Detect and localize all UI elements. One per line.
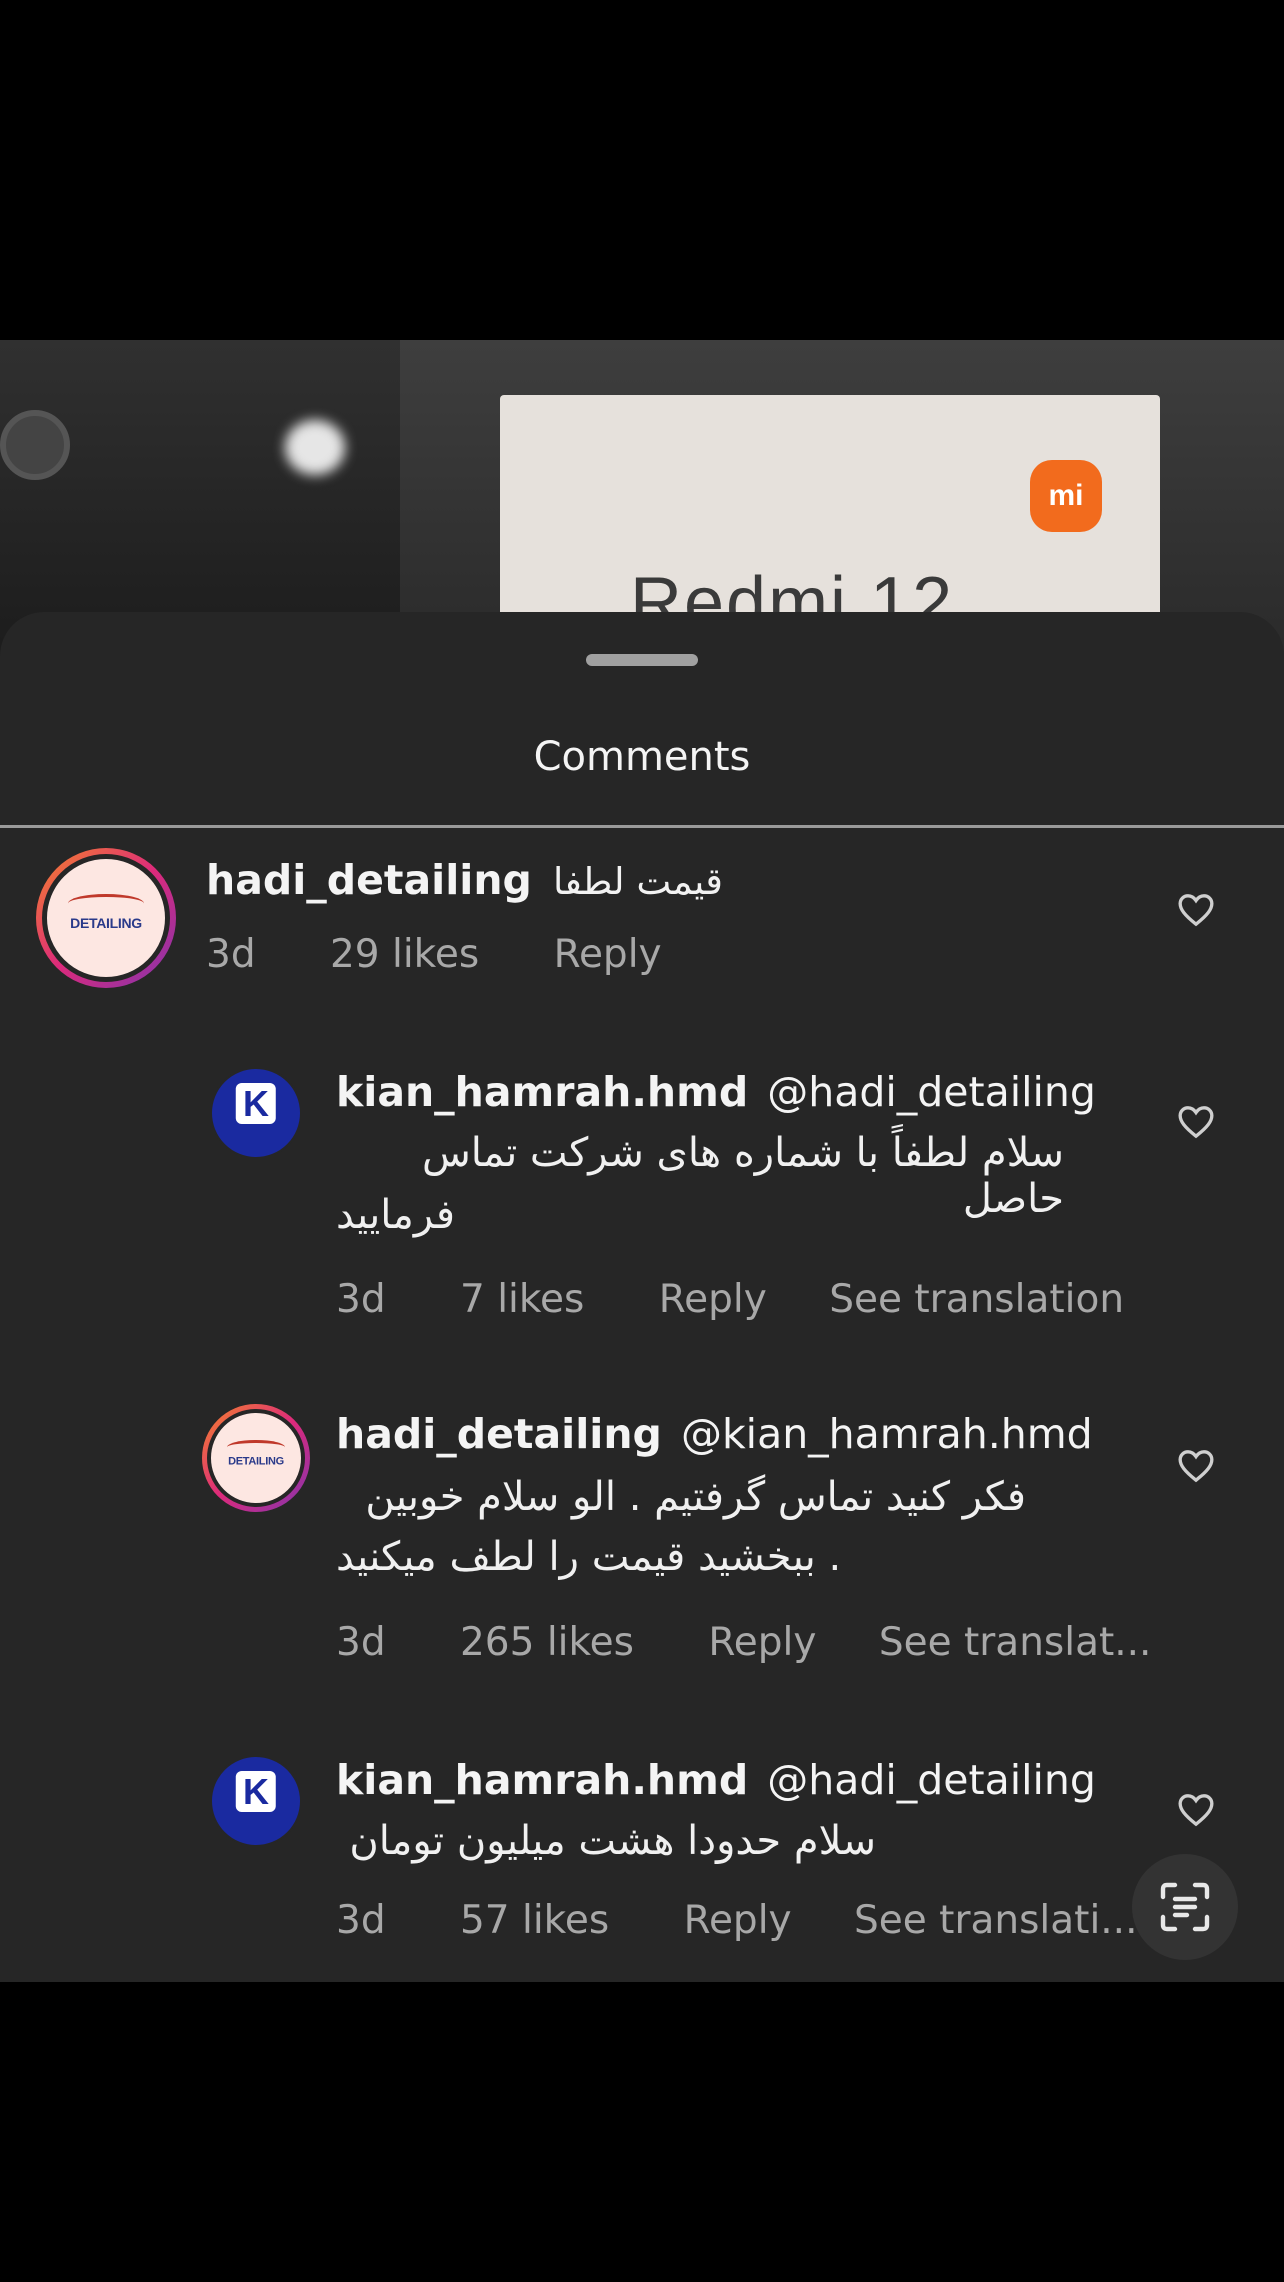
drag-handle[interactable] xyxy=(586,654,698,666)
avatar[interactable]: DETAILING xyxy=(202,1404,310,1512)
comment-text-line: . ببخشید قیمت را لطف میکنید xyxy=(336,1534,842,1580)
comment-text: قیمت لطفا xyxy=(552,860,723,903)
avatar-logo-text: K xyxy=(235,1083,277,1124)
avatar-logo-text: K xyxy=(235,1771,277,1812)
like-count[interactable]: 265 likes xyxy=(460,1620,634,1665)
comment-meta: 3d 29 likes Reply xyxy=(206,932,662,977)
comments-sheet: Comments DETAILING hadi_detailing قیمت ل… xyxy=(0,612,1284,1982)
car-logo-shape xyxy=(227,1440,285,1454)
comment-time: 3d xyxy=(206,932,256,977)
comment-meta: 3d 57 likes Reply See translati... xyxy=(336,1898,1137,1943)
comment-header: hadi_detailing قیمت لطفا xyxy=(206,856,723,904)
like-count[interactable]: 29 likes xyxy=(330,932,479,977)
heart-icon[interactable] xyxy=(1176,1790,1216,1830)
comment-time: 3d xyxy=(336,1277,386,1322)
comment-text-line: فرمایید xyxy=(336,1192,456,1238)
reply-button[interactable]: Reply xyxy=(659,1277,767,1322)
avatar-logo-text: DETAILING xyxy=(70,914,142,931)
avatar-logo-text: DETAILING xyxy=(228,1455,284,1468)
avatar[interactable]: DETAILING xyxy=(36,848,176,988)
comment-text-line: سلام حدودا هشت میلیون تومان xyxy=(349,1818,876,1864)
comment-meta: 3d 265 likes Reply See translat... xyxy=(336,1620,1151,1665)
reply-button[interactable]: Reply xyxy=(708,1620,816,1665)
reply-button[interactable]: Reply xyxy=(684,1898,792,1943)
heart-icon[interactable] xyxy=(1176,1102,1216,1142)
mention-link[interactable]: @hadi_detailing xyxy=(767,1756,1096,1804)
like-count[interactable]: 7 likes xyxy=(460,1277,584,1322)
like-count[interactable]: 57 likes xyxy=(460,1898,609,1943)
car-logo-shape xyxy=(68,894,144,913)
comment-header: kian_hamrah.hmd @hadi_detailing xyxy=(336,1068,1096,1116)
light-reflection xyxy=(285,420,345,475)
mention-link[interactable]: @hadi_detailing xyxy=(767,1068,1096,1116)
see-translation-link[interactable]: See translati... xyxy=(854,1898,1137,1943)
heart-icon[interactable] xyxy=(1176,890,1216,930)
comment-text-line: فکر کنید تماس گرفتیم . الو سلام خوبین xyxy=(365,1474,1026,1520)
username[interactable]: kian_hamrah.hmd xyxy=(336,1068,748,1116)
see-translation-link[interactable]: See translation xyxy=(829,1277,1124,1322)
username[interactable]: hadi_detailing xyxy=(206,856,532,904)
comment-header: hadi_detailing @kian_hamrah.hmd xyxy=(336,1410,1093,1458)
username[interactable]: hadi_detailing xyxy=(336,1410,662,1458)
xiaomi-logo: mi xyxy=(1030,460,1102,532)
camera-lens-shape xyxy=(0,410,70,480)
text-scan-icon xyxy=(1160,1882,1210,1932)
reply-button[interactable]: Reply xyxy=(554,932,662,977)
avatar[interactable]: K xyxy=(210,1755,302,1847)
username[interactable]: kian_hamrah.hmd xyxy=(336,1756,748,1804)
comment-meta: 3d 7 likes Reply See translation xyxy=(336,1277,1124,1322)
avatar[interactable]: K xyxy=(210,1067,302,1159)
mention-link[interactable]: @kian_hamrah.hmd xyxy=(681,1410,1093,1458)
header-divider xyxy=(0,825,1284,828)
text-scan-button[interactable] xyxy=(1132,1854,1238,1960)
comment-header: kian_hamrah.hmd @hadi_detailing xyxy=(336,1756,1096,1804)
sheet-title: Comments xyxy=(533,734,751,780)
heart-icon[interactable] xyxy=(1176,1446,1216,1486)
see-translation-link[interactable]: See translat... xyxy=(879,1620,1152,1665)
comment-time: 3d xyxy=(336,1898,386,1943)
bottom-letterbox xyxy=(0,1982,1284,2282)
comment-time: 3d xyxy=(336,1620,386,1665)
